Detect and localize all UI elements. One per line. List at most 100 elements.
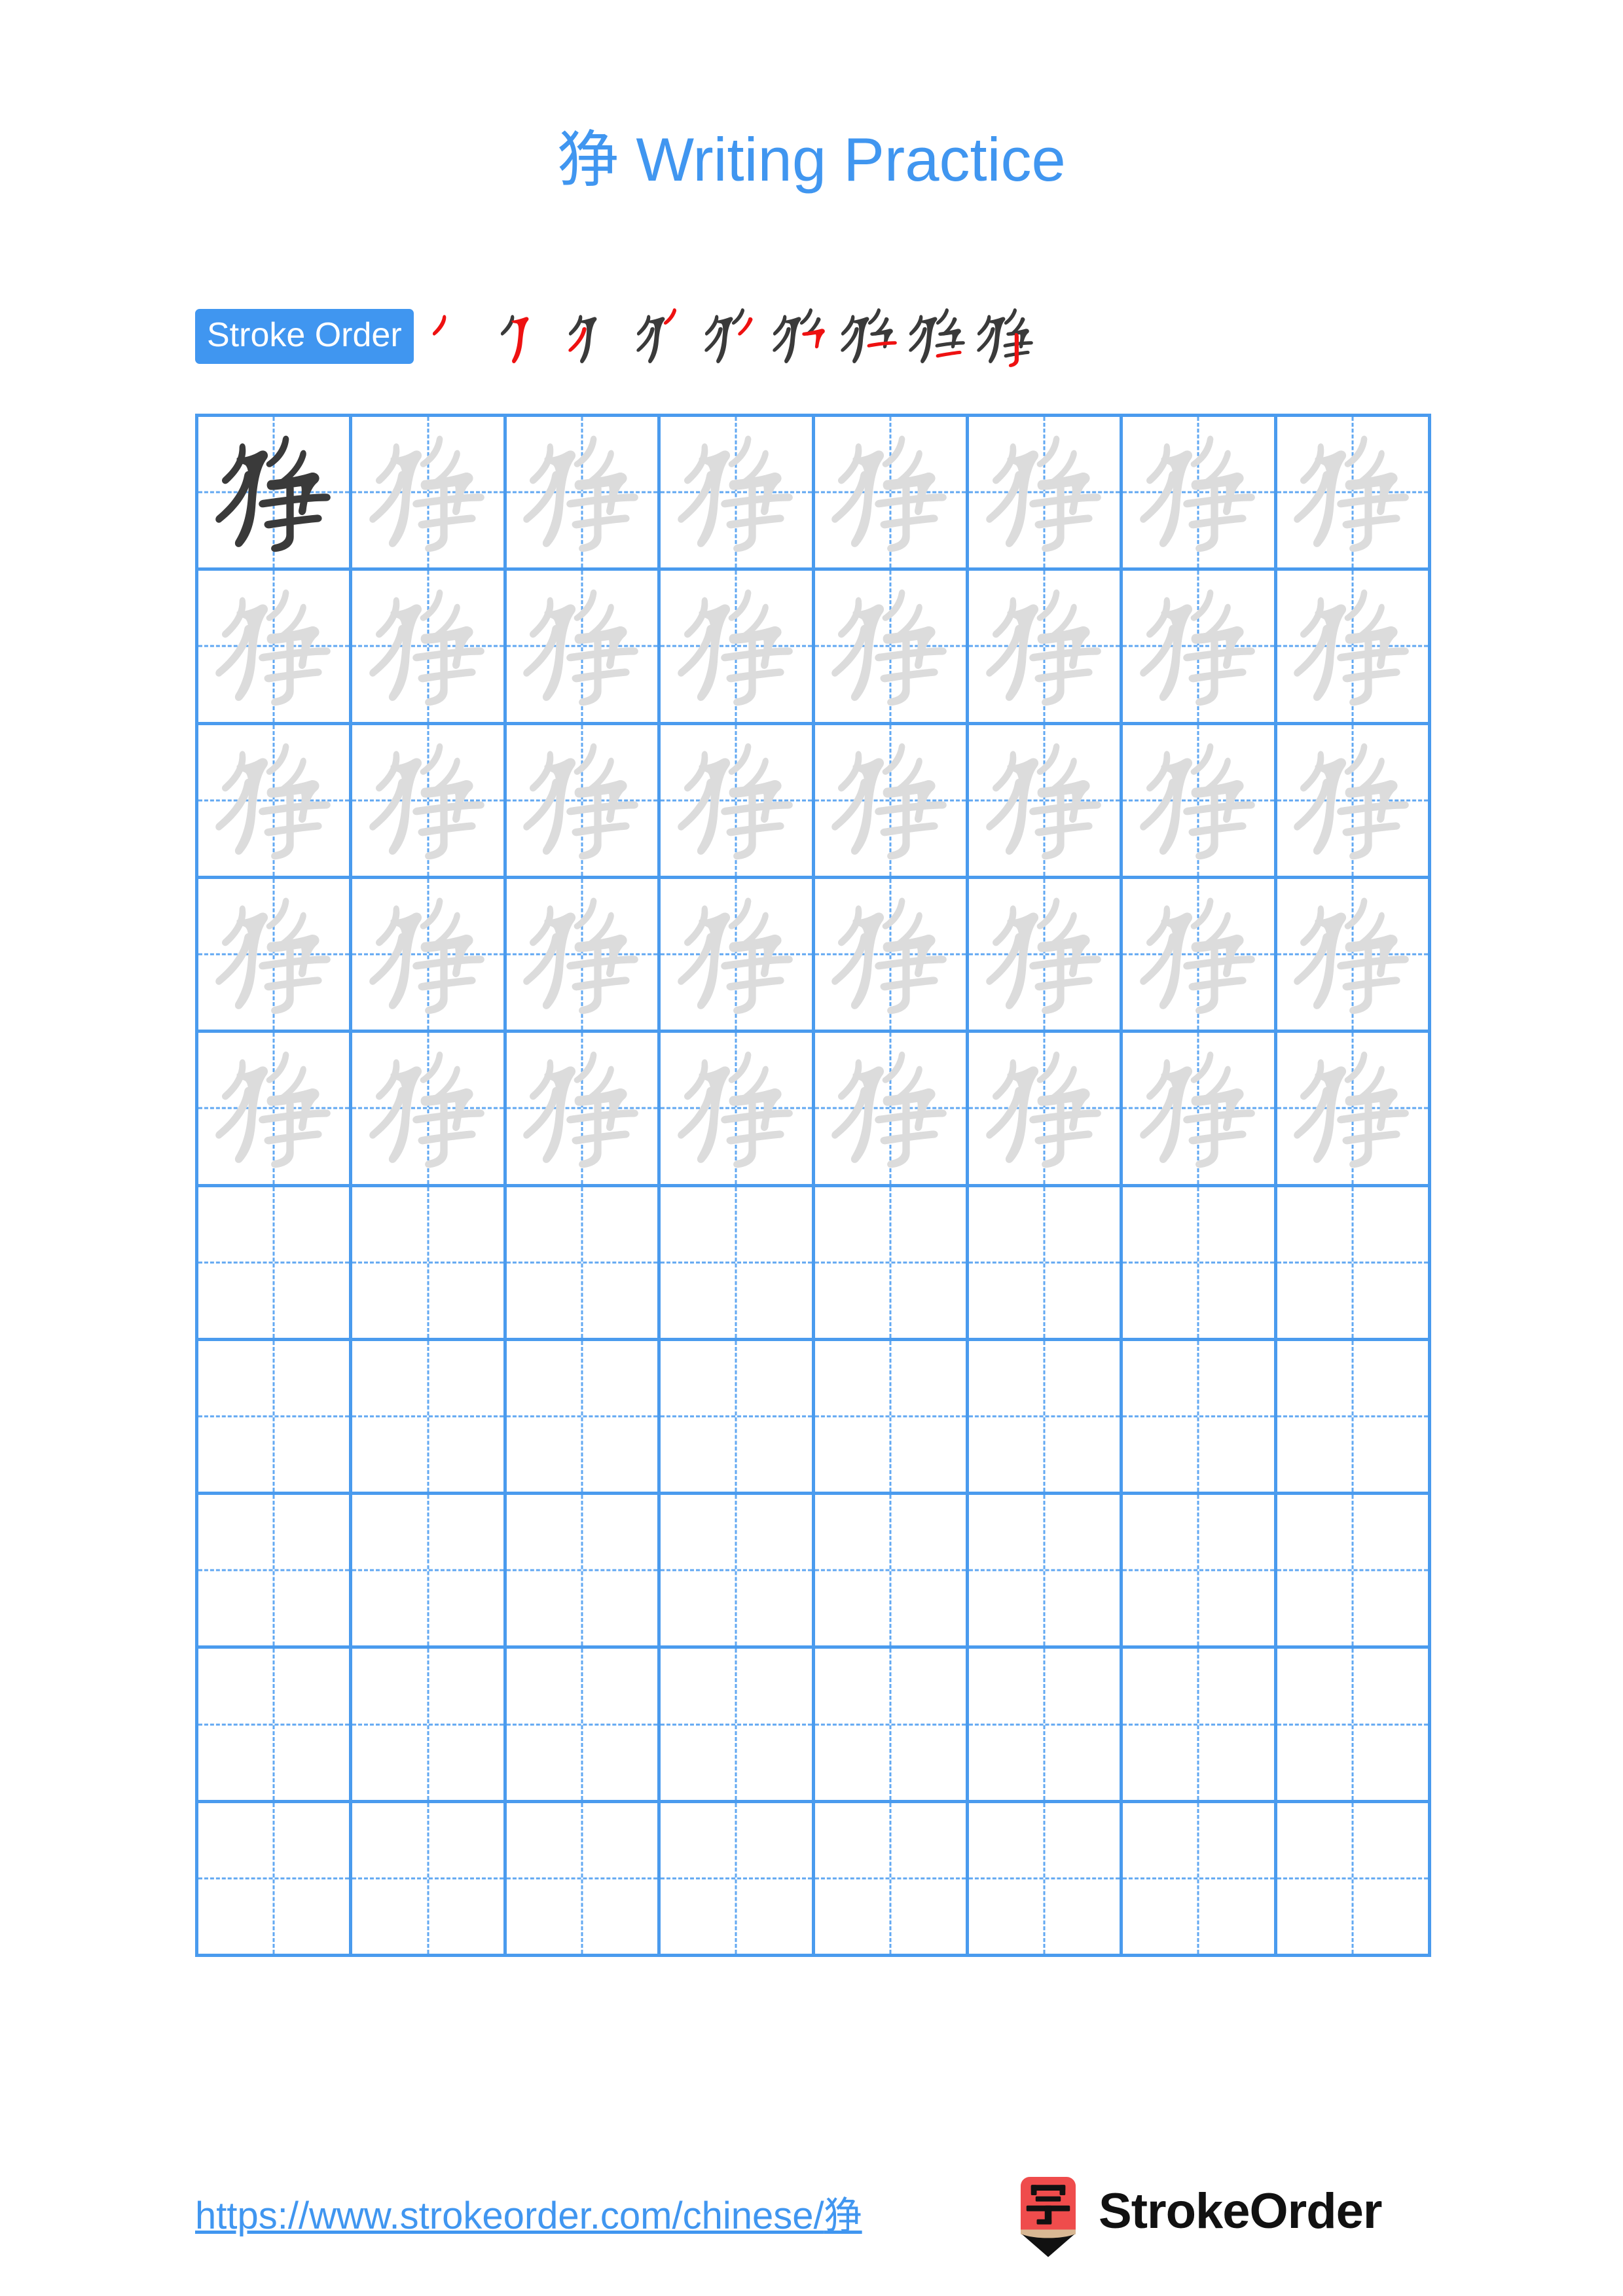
stroke-glyph-new-4 [663, 308, 676, 325]
practice-cell[interactable] [661, 1340, 815, 1496]
practice-cell[interactable] [506, 878, 661, 1033]
practice-cell[interactable] [661, 417, 815, 571]
practice-cell[interactable] [1123, 1803, 1277, 1957]
practice-cell[interactable] [814, 1495, 969, 1649]
page-title-character: 狰 [557, 124, 619, 196]
practice-cell[interactable] [1123, 1649, 1277, 1803]
practice-cell[interactable] [198, 1033, 353, 1187]
practice-cell[interactable] [352, 571, 507, 725]
footer-url-prefix: https://www.strokeorder.com/chinese/ [195, 2195, 824, 2237]
practice-cell[interactable] [506, 1340, 661, 1496]
practice-cell[interactable] [506, 725, 661, 879]
practice-cell[interactable] [506, 1033, 661, 1187]
stroke-glyph-new-5 [737, 317, 753, 336]
traced-character [969, 571, 1120, 721]
practice-cell[interactable] [968, 1187, 1123, 1341]
practice-cell[interactable] [1277, 1649, 1431, 1803]
practice-cell[interactable] [814, 1649, 969, 1803]
practice-cell[interactable] [968, 1649, 1123, 1803]
practice-cell[interactable] [661, 571, 815, 725]
practice-cell[interactable] [661, 1495, 815, 1649]
practice-cell[interactable] [352, 1340, 507, 1496]
traced-character [661, 725, 811, 876]
practice-cell[interactable] [1123, 1187, 1277, 1341]
practice-cell[interactable] [968, 1803, 1123, 1957]
traced-character [1277, 417, 1428, 567]
brand-name: StrokeOrder [1099, 2183, 1382, 2239]
practice-cell[interactable] [506, 571, 661, 725]
practice-cell[interactable] [968, 878, 1123, 1033]
practice-cell[interactable] [198, 1340, 353, 1496]
stroke-glyph-done-5 [704, 308, 744, 364]
practice-cell[interactable] [506, 1649, 661, 1803]
practice-cell[interactable] [814, 1033, 969, 1187]
practice-cell[interactable] [352, 1033, 507, 1187]
practice-grid [195, 414, 1431, 1957]
stroke-order-section: Stroke Order [195, 305, 1036, 368]
practice-cell[interactable] [968, 417, 1123, 571]
practice-cell[interactable] [198, 878, 353, 1033]
stroke-glyph-new-9 [1008, 332, 1019, 367]
practice-cell[interactable] [1277, 725, 1431, 879]
practice-cell[interactable] [968, 1495, 1123, 1649]
practice-cell[interactable] [1123, 417, 1277, 571]
brand-logo-group[interactable]: StrokeOrder [1013, 2177, 1382, 2259]
practice-cell[interactable] [506, 417, 661, 571]
practice-cell[interactable] [506, 1495, 661, 1649]
practice-cell[interactable] [1123, 571, 1277, 725]
stroke-glyph-new-8 [936, 350, 962, 358]
practice-cell[interactable] [814, 1340, 969, 1496]
practice-cell[interactable] [814, 1187, 969, 1341]
practice-cell[interactable] [352, 1803, 507, 1957]
practice-cell[interactable] [661, 1649, 815, 1803]
practice-cell[interactable] [968, 1340, 1123, 1496]
practice-cell[interactable] [198, 1187, 353, 1341]
practice-cell[interactable] [968, 571, 1123, 725]
practice-cell[interactable] [1277, 1033, 1431, 1187]
practice-cell[interactable] [1277, 1340, 1431, 1496]
practice-cell[interactable] [198, 571, 353, 725]
practice-cell[interactable] [198, 1803, 353, 1957]
practice-cell[interactable] [198, 725, 353, 879]
traced-character [661, 571, 811, 721]
practice-cell[interactable] [661, 1803, 815, 1957]
practice-cell[interactable] [1277, 1187, 1431, 1341]
practice-cell[interactable] [1123, 1495, 1277, 1649]
practice-cell[interactable] [352, 878, 507, 1033]
practice-cell[interactable] [661, 1033, 815, 1187]
practice-cell[interactable] [352, 417, 507, 571]
practice-cell[interactable] [661, 1187, 815, 1341]
practice-cell[interactable] [814, 878, 969, 1033]
practice-cell[interactable] [1277, 1803, 1431, 1957]
worksheet-page: 狰 Writing Practice Stroke Order https://… [0, 0, 1623, 2296]
practice-cell[interactable] [661, 878, 815, 1033]
footer-url-link[interactable]: https://www.strokeorder.com/chinese/狰 [195, 2185, 862, 2240]
practice-cell[interactable] [661, 725, 815, 879]
practice-cell[interactable] [1123, 725, 1277, 879]
practice-cell[interactable] [198, 1649, 353, 1803]
practice-cell[interactable] [352, 725, 507, 879]
practice-cell[interactable] [814, 571, 969, 725]
practice-cell[interactable] [814, 1803, 969, 1957]
practice-cell[interactable] [1123, 878, 1277, 1033]
practice-cell[interactable] [506, 1187, 661, 1341]
practice-cell[interactable] [968, 1033, 1123, 1187]
practice-cell[interactable] [198, 417, 353, 571]
practice-cell[interactable] [1277, 571, 1431, 725]
practice-cell[interactable] [352, 1495, 507, 1649]
practice-cell[interactable] [352, 1187, 507, 1341]
practice-cell[interactable] [1277, 878, 1431, 1033]
practice-cell[interactable] [814, 417, 969, 571]
practice-cell[interactable] [1277, 417, 1431, 571]
practice-cell[interactable] [1277, 1495, 1431, 1649]
practice-cell[interactable] [506, 1803, 661, 1957]
practice-cell[interactable] [198, 1495, 353, 1649]
practice-cell[interactable] [352, 1649, 507, 1803]
traced-character [1123, 571, 1273, 721]
practice-cell[interactable] [1123, 1033, 1277, 1187]
traced-character [661, 417, 811, 567]
traced-character [507, 571, 657, 721]
practice-cell[interactable] [968, 725, 1123, 879]
practice-cell[interactable] [814, 725, 969, 879]
practice-cell[interactable] [1123, 1340, 1277, 1496]
